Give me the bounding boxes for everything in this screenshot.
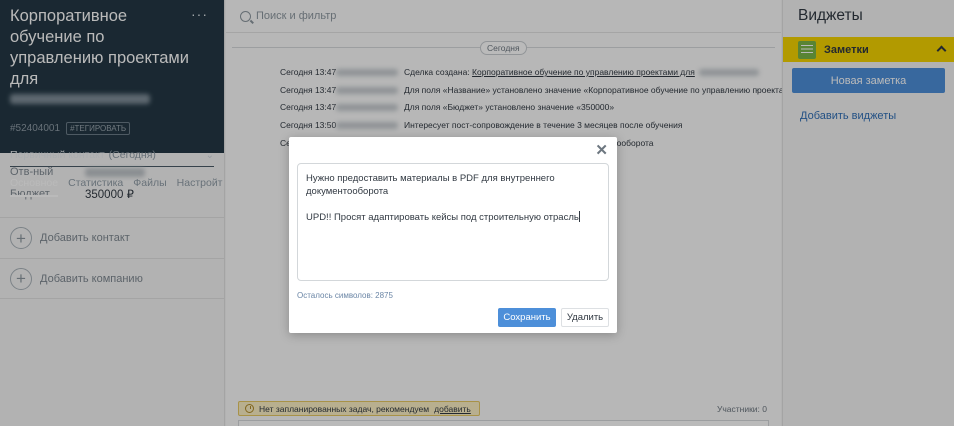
note-line: документооборота (306, 185, 389, 197)
note-line: Нужно предоставить материалы в PDF для в… (306, 173, 555, 184)
chars-remaining: Осталось символов: 2875 (297, 291, 393, 300)
delete-button[interactable]: Удалить (561, 308, 609, 327)
note-textarea[interactable]: Нужно предоставить материалы в PDF для в… (297, 163, 609, 281)
text-cursor (578, 211, 580, 222)
save-button[interactable]: Сохранить (498, 308, 556, 327)
note-line: UPD!! Просят адаптировать кейсы под стро… (306, 212, 579, 223)
close-icon[interactable]: ✕ (595, 143, 608, 158)
note-line-cursor-row: UPD!! Просят адаптировать кейсы под стро… (306, 211, 600, 225)
edit-note-modal: ✕ Нужно предоставить материалы в PDF для… (289, 137, 617, 333)
